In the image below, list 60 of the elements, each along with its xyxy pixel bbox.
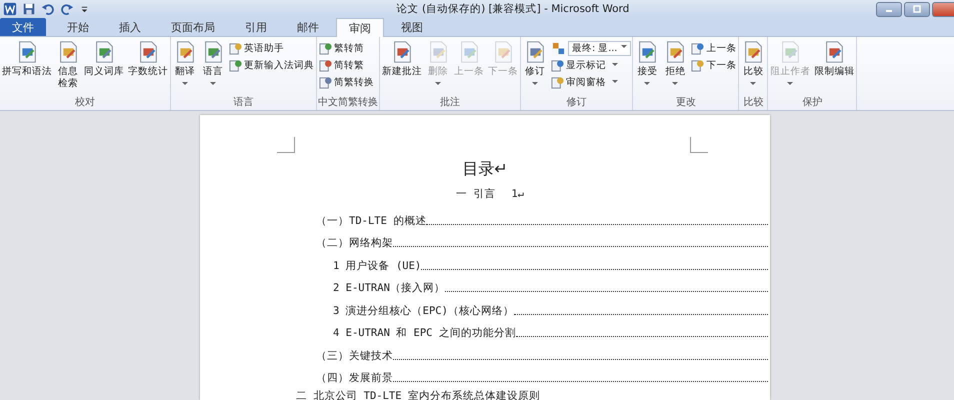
- group-label: 语言: [232, 96, 254, 110]
- toc-heading: 目录↵: [461, 159, 509, 180]
- crop-mark-icon: [690, 137, 708, 153]
- ribbon-tab[interactable]: 开始: [54, 18, 102, 36]
- ribbon-button[interactable]: 下一条: [690, 57, 738, 73]
- redo-icon[interactable]: [60, 2, 74, 16]
- toc-entry: （三）关键技术: [316, 348, 393, 362]
- ribbon-tab[interactable]: 邮件: [284, 18, 332, 36]
- ribbon-button[interactable]: 繁转简: [318, 40, 375, 56]
- toc-entry: 2 E-UTRAN（接入网）: [333, 281, 445, 295]
- ribbon-button[interactable]: 显示标记: [550, 57, 632, 73]
- toc-entry: 4 E-UTRAN 和 EPC 之间的功能分割: [333, 326, 516, 340]
- ribbon-button[interactable]: 更新输入法词典: [228, 57, 315, 73]
- ribbon-button[interactable]: 修订: [522, 39, 548, 86]
- group-label: 修订: [566, 96, 588, 110]
- ribbon-tab[interactable]: 审阅: [336, 18, 384, 37]
- ribbon-button[interactable]: 拒绝: [662, 39, 688, 86]
- file-tab[interactable]: 文件: [0, 18, 46, 36]
- undo-icon[interactable]: [41, 2, 55, 16]
- ribbon-button[interactable]: 拼写和语法: [1, 39, 53, 79]
- group-label: 批注: [439, 96, 461, 110]
- maximize-icon: [912, 4, 922, 14]
- group-label: 校对: [74, 96, 96, 110]
- ribbon-tab[interactable]: 页面布局: [158, 18, 228, 36]
- ribbon-button[interactable]: 上一条: [690, 40, 738, 56]
- display-dropdown[interactable]: 最终: 显...: [568, 40, 632, 56]
- toc-entry: 一 引言: [456, 187, 496, 201]
- toc-entry: （四）发展前景: [316, 371, 393, 385]
- ribbon-tab[interactable]: 视图: [388, 18, 436, 36]
- ribbon-button[interactable]: 审阅窗格: [550, 74, 632, 90]
- ribbon-button[interactable]: 信息检索: [55, 39, 81, 91]
- ribbon-button[interactable]: 同义词库: [83, 39, 125, 79]
- ribbon-button[interactable]: 翻译: [172, 39, 198, 86]
- ribbon-tab[interactable]: 插入: [106, 18, 154, 36]
- ribbon-button[interactable]: 字数统计: [127, 39, 169, 79]
- toc-entry: （二）网络构架: [316, 236, 393, 250]
- group-label: 更改: [674, 96, 697, 110]
- close-button[interactable]: [932, 2, 954, 16]
- save-icon[interactable]: [22, 2, 36, 16]
- ribbon-button[interactable]: 限制编辑: [813, 39, 856, 79]
- maximize-button[interactable]: [904, 2, 930, 16]
- page-number: 1↵: [511, 188, 524, 200]
- group-label: 保护: [801, 96, 824, 110]
- group-label: 中文简繁转换: [318, 96, 378, 110]
- ribbon-button[interactable]: 比较: [740, 39, 766, 86]
- toc-entry: 1 用户设备 (UE): [333, 258, 422, 272]
- ribbon-button[interactable]: 英语助手: [228, 40, 315, 56]
- ribbon-button[interactable]: 新建批注: [381, 39, 423, 79]
- toc-entry: （一）TD-LTE 的概述: [316, 214, 426, 228]
- ribbon-tab[interactable]: 引用: [232, 18, 280, 36]
- minimize-button[interactable]: [876, 2, 902, 16]
- ribbon-button[interactable]: 简繁转换: [318, 74, 375, 90]
- group-label: 比较: [742, 96, 764, 110]
- crop-mark-icon: [277, 137, 295, 153]
- word-logo-icon[interactable]: [3, 2, 17, 16]
- ribbon-button[interactable]: 接受: [634, 39, 660, 86]
- toc-entry: 3 演进分组核心（EPC)（核心网络）: [333, 304, 514, 318]
- window-title: 论文 (自动保存的) [兼容模式] - Microsoft Word: [396, 2, 630, 16]
- ribbon-button[interactable]: 语言: [200, 39, 226, 86]
- ribbon-button[interactable]: 简转繁: [318, 57, 375, 73]
